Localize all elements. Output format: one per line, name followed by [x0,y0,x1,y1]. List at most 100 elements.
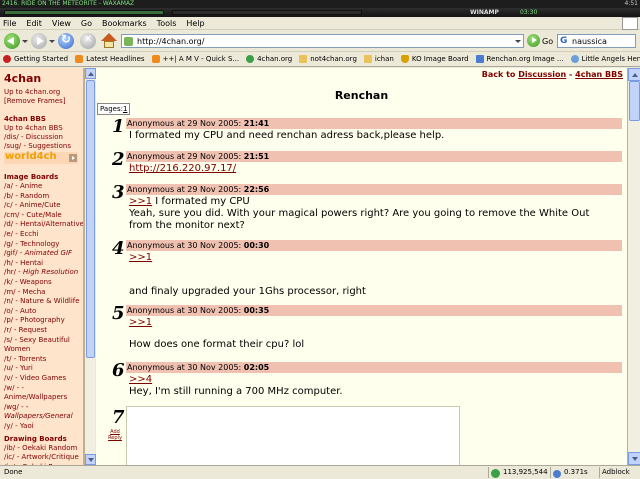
menu-help[interactable]: Help [186,19,204,28]
bookmark-little-angels[interactable]: Little Angels Hentai :... [570,55,640,63]
sidebar-world4ch[interactable]: world4ch [4,151,78,164]
post-header: Anonymous at 30 Nov 2005: 02:05 [126,362,622,373]
bookmark-4chan[interactable]: 4chan.org [246,55,292,63]
winamp-seekbar[interactable] [172,10,362,15]
go-button[interactable] [527,34,540,47]
back-to-links: Back to Discussion - 4chan BBS [481,70,623,79]
forward-button[interactable] [31,33,47,49]
winamp-bar[interactable]: WINAMP 03:30 [0,8,640,17]
post-number[interactable]: 3 [112,182,125,203]
bookmark-not4chan[interactable]: not4chan.org [299,55,357,63]
back-to-bbs-link[interactable]: 4chan BBS [575,70,623,79]
bookmark-latest-headlines[interactable]: Latest Headlines [75,55,145,63]
bookmark-amv[interactable]: ++| A M V - Quick S... [151,55,239,63]
sidebar-board-item[interactable]: /k/ - Weapons [4,278,52,286]
sidebar-link-up-bbs[interactable]: Up to 4chan BBS [4,124,63,132]
post-number[interactable]: 2 [112,149,125,170]
adblock-button[interactable]: Adblock [602,466,630,479]
quote-reference-link[interactable]: >>1 [129,252,152,263]
menu-view[interactable]: View [52,19,71,28]
page-1-link[interactable]: 1 [123,105,127,113]
post-url-link[interactable]: http://216.220.97.17/ [129,163,236,174]
reload-button[interactable] [58,32,74,49]
main-scrollbar[interactable] [627,68,640,465]
scroll-up-icon[interactable] [85,68,96,79]
bookmark-getting-started[interactable]: Getting Started [3,55,68,63]
status-bar: Done 113,925,544 0.371s Adblock [0,465,640,479]
sidebar-board-item[interactable]: /u/ - Yuri [4,364,33,372]
sidebar-board-item[interactable]: /cm/ - Cute/Male [4,211,62,219]
sidebar-drawing-board-item[interactable]: /ic/ - Artwork/Critique [4,453,79,461]
menu-go[interactable]: Go [81,19,92,28]
sidebar-board-item[interactable]: /d/ - Hentai/Alternative [4,220,83,228]
sidebar-board-item[interactable]: Women [4,345,30,353]
sidebar-board-item[interactable]: /v/ - Video Games [4,374,66,382]
sidebar-board-item[interactable]: Anime/Wallpapers [4,393,67,401]
scroll-down-icon[interactable] [628,452,640,465]
menu-bookmarks[interactable]: Bookmarks [102,19,147,28]
menu-edit[interactable]: Edit [26,19,42,28]
post-number[interactable]: 1 [112,116,125,137]
address-bar[interactable]: http://4chan.org/ [121,34,524,48]
quote-reference-link[interactable]: >>1 [129,317,152,328]
sidebar-board-item[interactable]: /o/ - Auto [4,307,36,315]
back-button[interactable] [4,33,20,49]
status-counter: 113,925,544 [491,466,548,479]
sidebar-link-dis[interactable]: /dis/ - Discussion [4,133,63,141]
pages-indicator: Pages:1 [97,103,131,115]
sidebar-board-item[interactable]: /h/ - Hentai [4,259,43,267]
address-dropdown-icon[interactable] [515,40,521,43]
sidebar-board-item[interactable]: /gif/ - Animated GIF [4,249,72,257]
bookmark-ko-image-board[interactable]: KO Image Board [400,55,469,63]
forward-history-dropdown-icon[interactable] [49,40,55,43]
sidebar-board-item[interactable]: /wg/ - - [4,403,28,411]
sidebar-link-sug[interactable]: /sug/ - Suggestions [4,142,71,150]
menu-file[interactable]: File [3,19,16,28]
sidebar-board-item[interactable]: /c/ - Anime/Cute [4,201,61,209]
sidebar-scrollbar[interactable] [84,68,96,465]
add-reply-link[interactable]: Add Reply [108,429,122,441]
sidebar-scroll-thumb[interactable] [86,80,95,358]
sidebar-board-item[interactable]: /y/ - Yaoi [4,422,34,430]
back-to-discussion-link[interactable]: Discussion [518,70,566,79]
post-number[interactable]: 6 [112,360,125,381]
google-search-icon[interactable]: G [560,36,567,46]
sidebar-board-item[interactable]: /p/ - Photography [4,316,65,324]
sidebar-board-item[interactable]: /s/ - Sexy Beautiful [4,336,70,344]
scroll-up-icon[interactable] [628,68,640,81]
sidebar-link-up-4chan[interactable]: Up to 4chan.org [4,88,60,96]
bookmark-ichan[interactable]: ichan [363,55,394,63]
reply-textarea[interactable] [126,406,460,465]
sidebar-board-item[interactable]: /b/ - Random [4,192,49,200]
back-history-dropdown-icon[interactable] [22,40,28,43]
sidebar-board-item[interactable]: /t/ - Torrents [4,355,46,363]
go-label[interactable]: Go [542,37,553,46]
expand-arrow-icon[interactable] [69,154,77,162]
sidebar-board-item[interactable]: /g/ - Technology [4,240,59,248]
sidebar-board-item[interactable]: /hr/ - High Resolution [4,268,78,276]
sidebar-board-item[interactable]: /w/ - - [4,384,24,392]
bookmark-renchan[interactable]: Renchan.org Image ... [475,55,564,63]
home-button[interactable] [101,33,117,49]
post-number[interactable]: 4 [112,238,125,259]
scroll-down-icon[interactable] [85,454,96,465]
sidebar-board-item[interactable]: /r/ - Request [4,326,47,334]
sidebar-board-item[interactable]: /n/ - Nature & Wildlife [4,297,80,305]
search-box[interactable]: G naussica [557,34,636,48]
sidebar-drawing-board-item[interactable]: /ib/ - Oekaki Random [4,444,77,452]
sidebar-board-item[interactable]: /m/ - Mecha [4,288,45,296]
sidebar-board-item[interactable]: /e/ - Ecchi [4,230,39,238]
post-number[interactable]: 5 [112,303,125,324]
post-time: 00:35 [243,306,270,315]
address-url[interactable]: http://4chan.org/ [137,36,204,47]
menu-tools[interactable]: Tools [157,19,177,28]
sidebar-link-remove-frames[interactable]: [Remove Frames] [4,97,66,105]
rss-icon [75,55,84,63]
search-input[interactable]: naussica [572,36,607,47]
stop-button[interactable] [80,33,96,49]
quote-reference-link[interactable]: >>1 [129,196,152,207]
main-scroll-thumb[interactable] [629,81,640,121]
sidebar-board-item[interactable]: /a/ - Anime [4,182,42,190]
quote-reference-link[interactable]: >>4 [129,374,152,385]
sidebar-board-item[interactable]: Wallpapers/General [4,412,73,420]
